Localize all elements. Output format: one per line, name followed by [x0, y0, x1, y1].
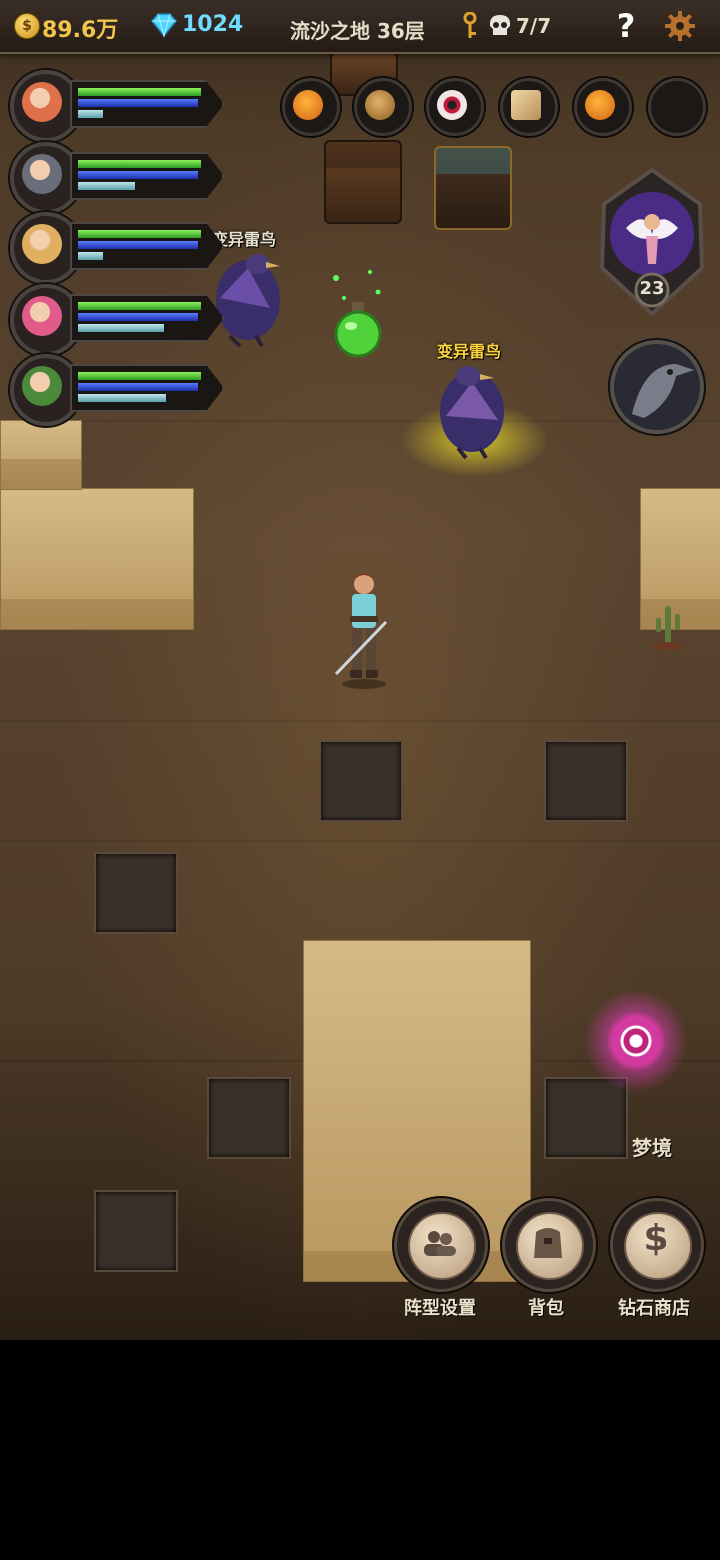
thunderbird-elite-monster[interactable] — [428, 360, 518, 460]
xp-bar — [78, 110, 103, 118]
hero-bars — [70, 152, 224, 200]
dream-portal-label: 梦境 — [632, 1136, 672, 1160]
kill-counter: 7/7 — [516, 14, 552, 38]
mp-bar — [78, 313, 198, 321]
gold-amount: 89.6万 — [42, 18, 119, 43]
item-slot-1[interactable] — [278, 72, 340, 142]
bag-label: 背包 — [528, 1298, 564, 1319]
companion-fairy-button[interactable]: 23 — [596, 167, 708, 317]
companion-level: 23 — [639, 278, 665, 299]
gear-icon[interactable] — [664, 10, 696, 42]
mp-bar — [78, 241, 198, 249]
hp-bar — [78, 160, 201, 168]
eyeball-icon — [437, 90, 467, 120]
floor-grate — [94, 1190, 178, 1272]
elite-monster-name-label: 变异雷鸟 — [437, 342, 502, 361]
mp-bar — [78, 99, 198, 107]
hero-status-1[interactable] — [10, 70, 225, 142]
hero-status-3[interactable] — [10, 212, 225, 284]
treasure-chest-open[interactable] — [434, 146, 512, 230]
pumpkin-icon — [585, 90, 615, 120]
xp-bar — [78, 324, 164, 332]
hero-status-4[interactable] — [10, 284, 225, 356]
dream-portal[interactable] — [585, 990, 687, 1092]
hero-status-2[interactable] — [10, 142, 225, 214]
hp-bar — [78, 88, 201, 96]
mp-bar — [78, 171, 198, 179]
top-status-bar: $ 89.6万 1024 流沙之地 36层 7/7 ? — [0, 0, 720, 54]
item-slot-6[interactable] — [644, 72, 706, 142]
game-map[interactable]: 变异雷鸟 变异雷鸟 23 梦境 阵型设置 背包 $ 钻石商店 — [0, 0, 720, 1340]
item-slot-4[interactable] — [496, 72, 558, 142]
team-icon — [424, 1231, 456, 1256]
floor-grate — [319, 740, 403, 822]
hero-bars — [70, 364, 224, 412]
hero-bars — [70, 222, 224, 270]
diamond-shop-button[interactable]: $ — [610, 1198, 704, 1292]
pumpkin-icon — [293, 90, 323, 120]
item-slot-3[interactable] — [422, 72, 484, 142]
bag-icon — [534, 1228, 562, 1258]
hp-bar — [78, 302, 201, 310]
treasure-chest[interactable] — [324, 140, 402, 224]
mp-bar — [78, 383, 198, 391]
bag-button[interactable] — [502, 1198, 596, 1292]
hp-bar — [78, 230, 201, 238]
sand-block — [0, 420, 82, 490]
dollar-icon: $ — [643, 1218, 669, 1259]
acorn-icon — [365, 90, 395, 120]
hero-bars — [70, 80, 224, 128]
empty-slot — [659, 90, 689, 120]
xp-bar — [78, 252, 103, 260]
item-slot-5[interactable] — [570, 72, 632, 142]
skull-icon — [489, 15, 511, 35]
cactus-icon — [652, 606, 684, 650]
dungeon-floor-title: 流沙之地 36层 — [290, 19, 425, 43]
floor-grate — [94, 852, 178, 934]
player-swordsman — [334, 573, 388, 689]
hero-status-5[interactable] — [10, 354, 225, 426]
diamond-amount: 1024 — [182, 12, 244, 37]
floor-grate — [207, 1077, 291, 1159]
help-button[interactable]: ? — [612, 6, 640, 46]
rune-cube-icon — [511, 90, 541, 120]
floor-grate — [544, 740, 628, 822]
green-potion-icon[interactable] — [326, 264, 392, 364]
diamond-icon — [151, 13, 177, 38]
xp-bar — [78, 394, 166, 402]
formation-label: 阵型设置 — [404, 1298, 476, 1319]
hp-bar — [78, 372, 201, 380]
gold-coin-icon: $ — [14, 13, 40, 39]
item-slot-2[interactable] — [350, 72, 412, 142]
formation-button[interactable] — [394, 1198, 488, 1292]
key-icon — [463, 12, 477, 38]
xp-bar — [78, 182, 135, 190]
sand-block — [0, 488, 194, 630]
diamond-shop-label: 钻石商店 — [618, 1298, 690, 1319]
hero-bars — [70, 294, 224, 342]
crow-pet-button[interactable] — [610, 340, 704, 434]
